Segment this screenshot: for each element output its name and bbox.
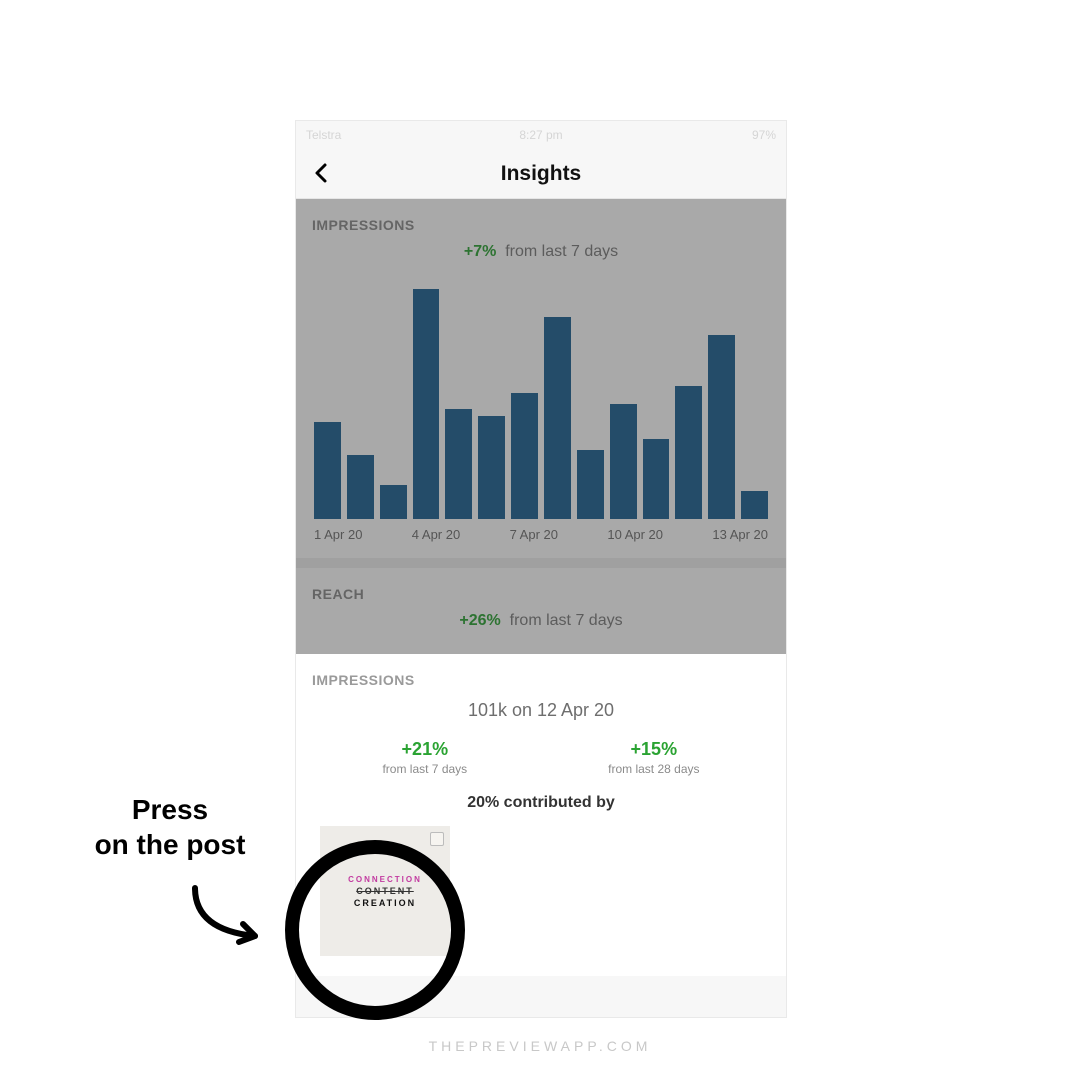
chart-bar[interactable] (741, 491, 768, 519)
chart-bar[interactable] (478, 416, 505, 520)
chart-bar[interactable] (413, 289, 440, 519)
annotation-text: Presson the post (60, 792, 280, 862)
watermark: THEPREVIEWAPP.COM (0, 1038, 1080, 1054)
chart-bar[interactable] (643, 439, 670, 520)
post-line-2: CONTENT (356, 886, 414, 896)
section-divider (296, 558, 786, 568)
annotation-arrow-icon (185, 880, 275, 950)
contributed-by-label: 20% contributed by (312, 786, 770, 826)
chart-bar[interactable] (675, 386, 702, 519)
impressions-detail-label: IMPRESSIONS (312, 654, 770, 694)
reach-delta-line: +26% from last 7 days (296, 608, 786, 654)
impressions-delta: +7% (464, 243, 496, 260)
back-icon[interactable] (310, 161, 334, 185)
stat-28days: +15% from last 28 days (608, 739, 699, 776)
stat-7days-delta: +21% (382, 739, 467, 760)
chart-x-tick: 4 Apr 20 (412, 527, 460, 542)
impressions-overview-section: IMPRESSIONS +7% from last 7 days 1 Apr 2… (296, 199, 786, 654)
chart-bar[interactable] (314, 422, 341, 519)
page-title: Insights (501, 162, 582, 186)
post-line-1: CONNECTION (348, 875, 422, 884)
stat-pair: +21% from last 7 days +15% from last 28 … (312, 721, 770, 786)
stat-7days-sub: from last 7 days (382, 762, 467, 776)
carousel-icon (430, 832, 444, 846)
nav-header: Insights (296, 149, 786, 199)
status-time: 8:27 pm (296, 128, 786, 142)
impressions-bar-chart[interactable]: 1 Apr 20 4 Apr 20 7 Apr 20 10 Apr 20 13 Apr … (296, 271, 786, 558)
chart-bar[interactable] (511, 393, 538, 520)
chart-bar[interactable] (577, 450, 604, 519)
reach-label: REACH (296, 568, 786, 608)
stat-28days-sub: from last 28 days (608, 762, 699, 776)
stat-28days-delta: +15% (608, 739, 699, 760)
impressions-label: IMPRESSIONS (296, 199, 786, 239)
impressions-headline: 101k on 12 Apr 20 (312, 694, 770, 721)
impressions-delta-sub: from last 7 days (505, 243, 618, 260)
chart-bar[interactable] (445, 409, 472, 519)
chart-bar[interactable] (610, 404, 637, 519)
impressions-detail-section: IMPRESSIONS 101k on 12 Apr 20 +21% from … (296, 654, 786, 976)
impressions-delta-line: +7% from last 7 days (296, 239, 786, 271)
post-thumbnail[interactable]: CONNECTION CONTENT CREATION (320, 826, 450, 956)
chart-x-tick: 13 Apr 20 (712, 527, 768, 542)
chart-x-tick: 10 Apr 20 (607, 527, 663, 542)
status-bar: Telstra 8:27 pm 97% (296, 121, 786, 149)
post-line-3: CREATION (354, 898, 416, 908)
chart-bar[interactable] (544, 317, 571, 519)
chart-x-tick: 7 Apr 20 (510, 527, 558, 542)
chart-x-tick: 1 Apr 20 (314, 527, 362, 542)
chart-bar[interactable] (380, 485, 407, 520)
reach-delta-sub: from last 7 days (510, 612, 623, 629)
phone-frame: Telstra 8:27 pm 97% Insights IMPRESSIONS… (295, 120, 787, 1018)
chart-bar[interactable] (347, 455, 374, 519)
reach-delta: +26% (459, 612, 500, 629)
chart-bar[interactable] (708, 335, 735, 519)
stat-7days: +21% from last 7 days (382, 739, 467, 776)
